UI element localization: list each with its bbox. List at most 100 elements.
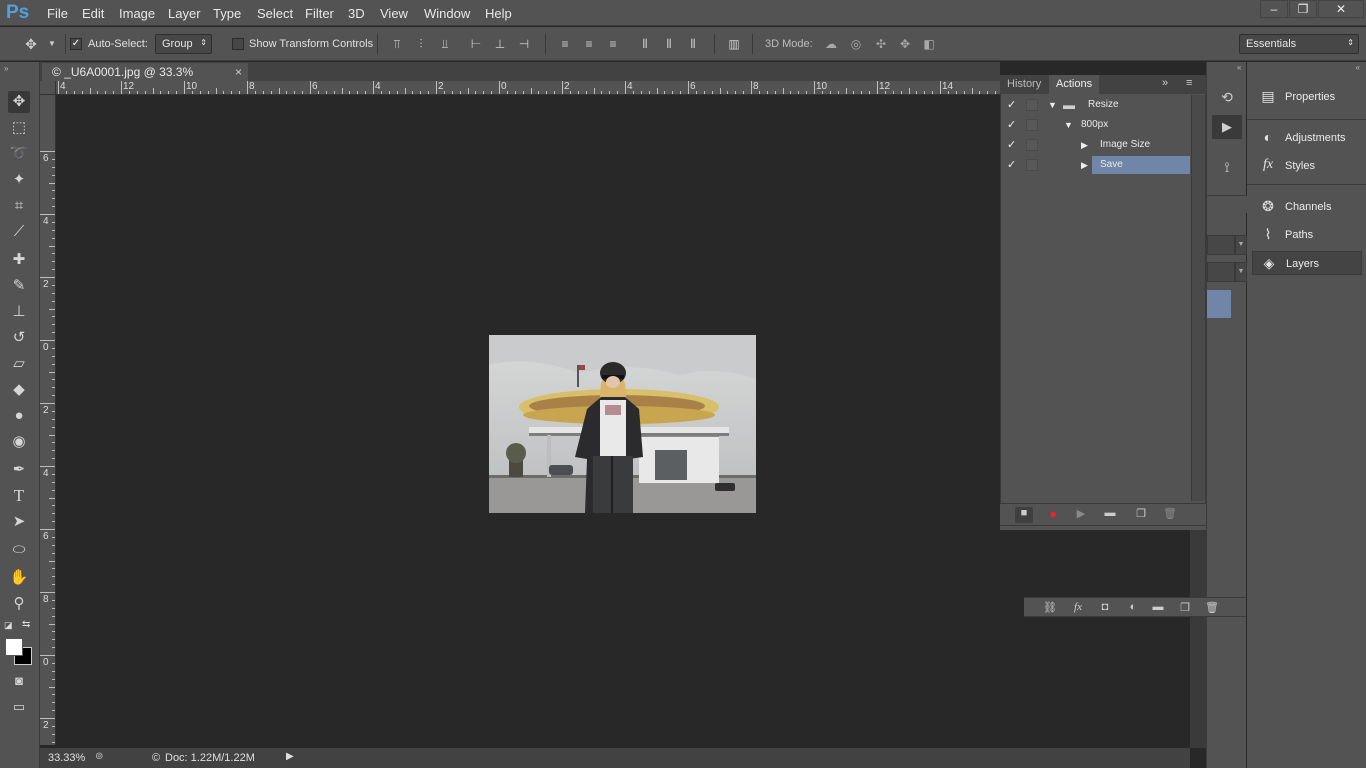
collapse-arrows-icon[interactable]: » (4, 64, 8, 73)
channels-panel-button[interactable]: ❂ Channels (1252, 195, 1362, 219)
check-icon[interactable]: ✓ (1007, 158, 1016, 171)
default-colors-icon[interactable]: ◪ (4, 620, 13, 631)
menu-edit[interactable]: Edit (82, 6, 104, 21)
align-top-icon[interactable]: ⫪ (388, 35, 406, 53)
tab-actions[interactable]: Actions (1049, 75, 1100, 94)
menu-help[interactable]: Help (485, 6, 512, 21)
document-tab[interactable]: © _U6A0001.jpg @ 33.3% (RGB/8) × (42, 63, 248, 93)
distribute-vcenter-icon[interactable]: ≡ (580, 35, 598, 53)
zoom-level[interactable]: 33.33% (48, 752, 85, 764)
healing-brush-tool-icon[interactable]: ✚ (8, 249, 30, 271)
history-panel-icon[interactable]: ⟲ (1218, 88, 1236, 106)
layers-panel-button[interactable]: ◈ Layers (1252, 251, 1362, 275)
actions-scrollbar[interactable] (1191, 95, 1205, 501)
distribute-right-icon[interactable]: ⦀ (684, 35, 702, 53)
adjustments-panel-button[interactable]: ◐ Adjustments (1252, 126, 1362, 150)
list-item[interactable]: ✓ ▶ Save (1001, 155, 1191, 175)
3d-camera-icon[interactable]: ◧ (920, 35, 938, 53)
move-tool-icon[interactable]: ✥ (8, 91, 30, 113)
show-transform-checkbox[interactable] (232, 38, 244, 50)
tool-presets-icon[interactable]: ⟟ (1218, 158, 1236, 176)
menu-filter[interactable]: Filter (305, 6, 334, 21)
menu-layer[interactable]: Layer (168, 6, 201, 21)
minimize-button[interactable]: – (1260, 0, 1288, 18)
document-image[interactable] (489, 335, 756, 513)
new-set-folder-icon[interactable]: ▬ (1101, 507, 1119, 523)
trash-icon[interactable]: 🗑 (1161, 507, 1179, 523)
marquee-tool-icon[interactable]: ⬚ (8, 117, 30, 139)
distribute-top-icon[interactable]: ≡ (556, 35, 574, 53)
dialog-toggle-checkbox[interactable] (1026, 159, 1038, 171)
fill-field-fragment[interactable] (1207, 262, 1235, 282)
panel-menu-icon[interactable]: ≡ (1186, 77, 1192, 89)
collapse-arrows-icon[interactable]: « (1237, 63, 1241, 72)
stop-icon[interactable]: ■ (1015, 507, 1033, 523)
chevron-down-icon[interactable]: ▼ (1048, 100, 1057, 110)
pen-tool-icon[interactable]: ✒ (8, 459, 30, 481)
menu-type[interactable]: Type (213, 6, 241, 21)
trash-icon[interactable]: 🗑 (1203, 601, 1221, 617)
type-tool-icon[interactable]: T (8, 485, 30, 507)
3d-rotate-icon[interactable]: ☁ (822, 35, 840, 53)
styles-panel-button[interactable]: fx Styles (1252, 154, 1362, 178)
list-item[interactable]: ✓ ▼ 800px (1001, 115, 1191, 135)
preset-dropdown-icon[interactable]: ▼ (43, 35, 61, 53)
dialog-toggle-checkbox[interactable] (1026, 139, 1038, 151)
status-menu-arrow-icon[interactable]: ▶ (286, 751, 294, 762)
menu-3d[interactable]: 3D (348, 6, 365, 21)
crop-tool-icon[interactable]: ⌗ (8, 195, 30, 217)
list-item[interactable]: ✓ ▶ Image Size (1001, 135, 1191, 155)
new-layer-icon[interactable]: ❐ (1176, 601, 1194, 617)
align-left-icon[interactable]: ⊢ (467, 35, 485, 53)
foreground-color-swatch[interactable] (5, 638, 23, 656)
hand-tool-icon[interactable]: ✋ (8, 567, 30, 589)
menu-window[interactable]: Window (424, 6, 470, 21)
align-hcenter-icon[interactable]: ⊥ (491, 35, 509, 53)
dialog-toggle-checkbox[interactable] (1026, 99, 1038, 111)
check-icon[interactable]: ✓ (1007, 118, 1016, 131)
magic-wand-tool-icon[interactable]: ✦ (8, 169, 30, 191)
chevron-down-icon[interactable]: ▼ (1064, 120, 1073, 130)
add-mask-icon[interactable]: ◘ (1096, 601, 1114, 617)
record-icon[interactable]: ● (1044, 507, 1062, 523)
panel-resize-bar[interactable] (1000, 525, 1206, 530)
opacity-field-fragment[interactable] (1207, 235, 1235, 255)
close-tab-icon[interactable]: × (235, 65, 242, 79)
selected-layer-fragment[interactable] (1207, 290, 1231, 318)
check-icon[interactable]: ✓ (1007, 98, 1016, 111)
close-window-button[interactable]: ✕ (1318, 0, 1364, 18)
align-bottom-icon[interactable]: ⫫ (436, 35, 454, 53)
menu-image[interactable]: Image (119, 6, 155, 21)
brush-tool-icon[interactable]: ✎ (8, 275, 30, 297)
tab-history[interactable]: History (1000, 75, 1048, 94)
new-group-icon[interactable]: ▬ (1149, 601, 1167, 617)
chevron-down-icon[interactable]: ▼ (1235, 262, 1247, 282)
menu-select[interactable]: Select (257, 6, 293, 21)
zoom-tool-icon[interactable]: ⚲ (8, 593, 30, 615)
chevron-right-icon[interactable]: ▶ (1081, 160, 1088, 171)
3d-roll-icon[interactable]: ◎ (847, 35, 865, 53)
menu-file[interactable]: File (47, 6, 68, 21)
distribute-hcenter-icon[interactable]: ⦀ (660, 35, 678, 53)
adjustment-layer-icon[interactable]: ◐ (1124, 601, 1142, 617)
paths-panel-button[interactable]: ⌇ Paths (1252, 223, 1362, 247)
eyedropper-tool-icon[interactable]: ⟋ (8, 221, 30, 243)
eraser-tool-icon[interactable]: ▱ (8, 353, 30, 375)
collapse-arrows-icon[interactable]: « (1356, 63, 1360, 72)
auto-select-dropdown[interactable]: Group ⇕ (155, 34, 212, 54)
menu-view[interactable]: View (380, 6, 408, 21)
dodge-tool-icon[interactable]: ◉ (8, 431, 30, 453)
distribute-bottom-icon[interactable]: ≡ (604, 35, 622, 53)
status-info-icon[interactable]: ⊚ (95, 751, 103, 762)
chevron-down-icon[interactable]: ▼ (1235, 235, 1247, 255)
play-icon[interactable]: ▶ (1072, 507, 1090, 523)
restore-button[interactable]: ❐ (1289, 0, 1317, 18)
quick-mask-icon[interactable]: ◙ (8, 670, 30, 692)
paint-bucket-tool-icon[interactable]: ◆ (8, 379, 30, 401)
auto-select-checkbox[interactable]: ✓ (70, 38, 82, 50)
new-action-icon[interactable]: ❐ (1132, 507, 1150, 523)
check-icon[interactable]: ✓ (1007, 138, 1016, 151)
auto-align-icon[interactable]: ▥ (725, 35, 743, 53)
3d-slide-icon[interactable]: ✥ (896, 35, 914, 53)
screen-mode-icon[interactable]: ▭ (8, 696, 30, 718)
